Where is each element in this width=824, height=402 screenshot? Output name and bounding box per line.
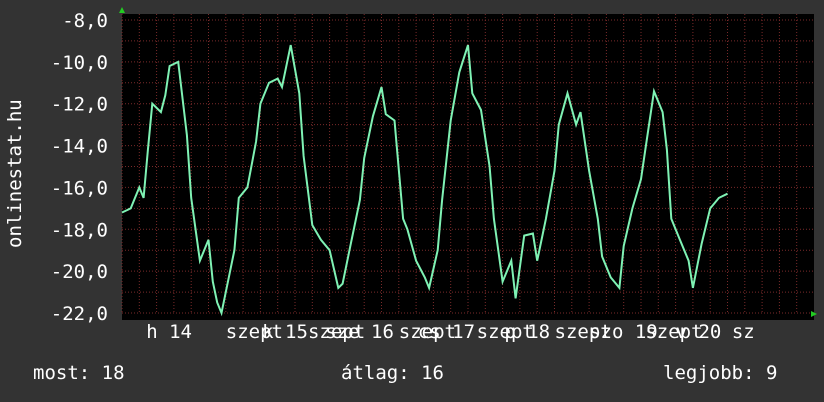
current-stat: most: 18 <box>33 362 125 384</box>
y-tick-label: -18,0 <box>51 219 108 241</box>
y-tick-label: -14,0 <box>51 136 108 158</box>
y-tick-label: -20,0 <box>51 261 108 283</box>
average-stat: átlag: 16 <box>341 362 444 384</box>
x-tick-label: sze 16 <box>325 321 394 343</box>
x-tick-label: k 15 <box>262 321 308 343</box>
watermark: onlinestat.hu <box>4 99 26 248</box>
y-tick-label: -10,0 <box>51 52 108 74</box>
best-label: legjobb: <box>663 362 755 384</box>
average-label: átlag: <box>341 362 410 384</box>
y-tick-label: -12,0 <box>51 94 108 116</box>
x-tick-label: h 14 <box>146 321 192 343</box>
x-tick-label: p 18 <box>504 321 550 343</box>
current-label: most: <box>33 362 91 384</box>
current-value: 18 <box>101 362 125 384</box>
x-tick-label: v 20 <box>676 321 722 343</box>
x-tick-label: cs 17 <box>418 321 475 343</box>
x-tick-label: sz <box>732 321 755 343</box>
temperature-line-chart: -8,0-10,0-12,0-14,0-16,0-18,0-20,0-22,0 … <box>4 7 817 343</box>
x-axis: h 14 szeptk 15 szeptsze 16 szeptcs 17 szeptp… <box>146 321 754 343</box>
y-tick-label: -22,0 <box>51 303 108 325</box>
y-tick-label: -16,0 <box>51 177 108 199</box>
best-stat: legjobb: 9 <box>663 362 777 384</box>
y-axis-arrow-icon <box>119 7 125 13</box>
y-axis: -8,0 -10,0 -12,0 -14,0 -16,0 -18,0 -20,0 -22,0 <box>51 10 108 325</box>
y-tick-label: -8,0 <box>62 10 108 32</box>
best-value: 9 <box>765 362 778 384</box>
average-value: 16 <box>421 362 444 384</box>
